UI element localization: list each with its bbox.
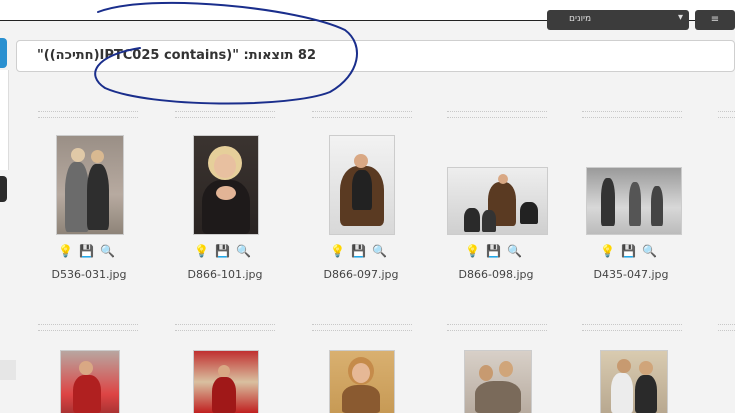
thumbnail-image[interactable] <box>60 350 120 413</box>
thumbnail-image[interactable] <box>586 167 682 235</box>
save-icon[interactable]: 💾 <box>486 243 501 258</box>
row-separator <box>582 111 682 118</box>
row-separator <box>312 111 412 118</box>
row-separator <box>312 324 412 331</box>
row-separator <box>718 324 735 331</box>
thumbnail-filename: D435-047.jpg <box>593 268 669 281</box>
thumbnail-image[interactable] <box>193 350 259 413</box>
row-separator <box>175 324 275 331</box>
row-separator <box>38 324 138 331</box>
thumbnail-filename: D866-101.jpg <box>187 268 263 281</box>
row-separator <box>718 111 735 118</box>
magnifier-icon[interactable]: 🔍 <box>372 243 387 258</box>
thumbnail-filename: D866-097.jpg <box>323 268 399 281</box>
thumbnail-image[interactable] <box>329 135 395 235</box>
magnifier-icon[interactable]: 🔍 <box>507 243 522 258</box>
thumbnail-image[interactable] <box>600 350 668 413</box>
thumbnail-filename: D866-098.jpg <box>458 268 534 281</box>
thumbnail-image[interactable] <box>464 350 532 413</box>
save-icon[interactable]: 💾 <box>351 243 366 258</box>
row-separator <box>175 111 275 118</box>
sort-dropdown-label: מיונים <box>569 14 592 24</box>
save-icon[interactable]: 💾 <box>621 243 636 258</box>
row-separator <box>447 324 547 331</box>
magnifier-icon[interactable]: 🔍 <box>100 243 115 258</box>
save-icon[interactable]: 💾 <box>79 243 94 258</box>
chevron-down-icon: ▾ <box>677 12 683 23</box>
left-panel <box>0 70 9 170</box>
magnifier-icon[interactable]: 🔍 <box>642 243 657 258</box>
thumbnail-image[interactable] <box>193 135 259 235</box>
thumbnail-image[interactable] <box>447 167 548 235</box>
menu-button[interactable]: ≡ <box>695 10 735 30</box>
lightbulb-icon[interactable]: 💡 <box>330 243 345 258</box>
sort-dropdown[interactable]: מיונים ▾ <box>547 10 689 30</box>
lightbulb-icon[interactable]: 💡 <box>58 243 73 258</box>
results-bar: 82 תוצאות: "(IPTC025 contains(חתיכה))" <box>16 40 735 72</box>
thumbnail-image[interactable] <box>329 350 395 413</box>
results-count-text: 82 תוצאות: "(IPTC025 contains(חתיכה))" <box>37 48 316 63</box>
lightbulb-icon[interactable]: 💡 <box>194 243 209 258</box>
left-tab-dark[interactable] <box>0 176 7 202</box>
lightbulb-icon[interactable]: 💡 <box>600 243 615 258</box>
left-tab-blue[interactable] <box>0 38 7 68</box>
lightbulb-icon[interactable]: 💡 <box>465 243 480 258</box>
save-icon[interactable]: 💾 <box>215 243 230 258</box>
magnifier-icon[interactable]: 🔍 <box>236 243 251 258</box>
thumbnail-image[interactable] <box>56 135 124 235</box>
row-separator <box>582 324 682 331</box>
left-panel-handle[interactable] <box>0 360 16 380</box>
row-separator <box>38 111 138 118</box>
thumbnail-filename: D536-031.jpg <box>51 268 127 281</box>
row-separator <box>447 111 547 118</box>
